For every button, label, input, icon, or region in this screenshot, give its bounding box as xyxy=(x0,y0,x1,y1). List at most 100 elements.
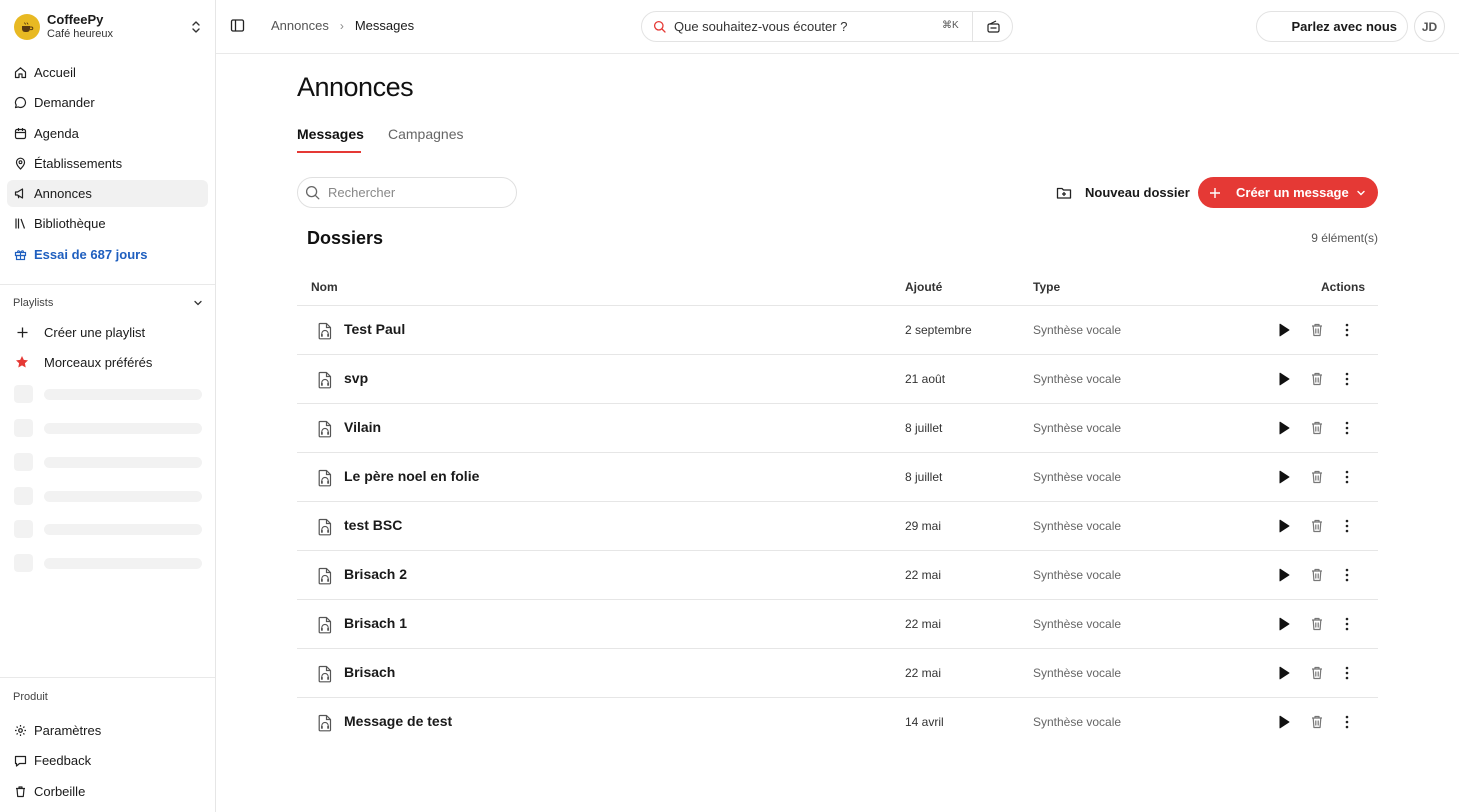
nav-item-agenda[interactable]: Agenda xyxy=(7,120,208,147)
nav-label: Feedback xyxy=(34,753,92,769)
playlists-header[interactable]: Playlists xyxy=(13,297,203,309)
more-options-icon[interactable] xyxy=(1344,616,1350,632)
trash-icon[interactable] xyxy=(1310,616,1324,632)
global-search[interactable]: Que souhaitez-vous écouter ? ⌘K xyxy=(641,11,1013,42)
table-row[interactable]: svp 21 août Synthèse vocale xyxy=(297,355,1378,404)
workspace-switcher[interactable]: CoffeePy Café heureux xyxy=(8,8,208,46)
column-header-ajoute: Ajouté xyxy=(905,280,943,294)
audio-file-icon xyxy=(317,665,333,683)
talk-with-us-button[interactable]: Parlez avec nous xyxy=(1256,11,1408,42)
trash-icon[interactable] xyxy=(1310,322,1324,338)
trash-icon[interactable] xyxy=(1310,665,1324,681)
new-folder-button[interactable]: Nouveau dossier xyxy=(1056,178,1190,207)
tab-campagnes[interactable]: Campagnes xyxy=(388,126,464,142)
audio-file-icon xyxy=(317,322,333,340)
column-header-actions: Actions xyxy=(1321,280,1366,294)
more-options-icon[interactable] xyxy=(1344,518,1350,534)
play-icon[interactable] xyxy=(1277,371,1291,387)
chevron-up-down-icon xyxy=(190,20,202,34)
table-row[interactable]: Brisach 1 22 mai Synthèse vocale xyxy=(297,600,1378,649)
nav-item-etablissements[interactable]: Établissements xyxy=(7,150,208,177)
table-row[interactable]: Test Paul 2 septembre Synthèse vocale xyxy=(297,306,1378,355)
trash-icon[interactable] xyxy=(1310,567,1324,583)
sidebar-divider xyxy=(0,677,215,678)
trash-icon[interactable] xyxy=(1310,469,1324,485)
search-icon xyxy=(305,185,320,200)
row-name: test BSC xyxy=(344,517,403,533)
workspace-subtitle: Café heureux xyxy=(47,28,114,40)
nav-label: Accueil xyxy=(34,65,76,80)
radio-icon[interactable] xyxy=(986,19,1001,34)
playlist-skeleton xyxy=(14,453,204,471)
nav-label: Demander xyxy=(34,95,95,111)
row-type: Synthèse vocale xyxy=(1033,470,1122,484)
column-header-type: Type xyxy=(1033,280,1061,294)
row-date: 29 mai xyxy=(905,519,942,533)
play-icon[interactable] xyxy=(1277,616,1291,632)
nav-item-accueil[interactable]: Accueil xyxy=(7,59,208,86)
row-date: 2 septembre xyxy=(905,323,972,337)
feedback-icon xyxy=(14,754,27,767)
create-message-button[interactable]: Créer un message xyxy=(1198,177,1378,208)
more-options-icon[interactable] xyxy=(1344,567,1350,583)
nav-item-annonces[interactable]: Annonces xyxy=(7,180,208,208)
more-options-icon[interactable] xyxy=(1344,714,1350,730)
chevron-down-icon[interactable] xyxy=(1356,188,1366,198)
more-options-icon[interactable] xyxy=(1344,322,1350,338)
playlists-title: Playlists xyxy=(13,297,54,309)
favorites-playlist[interactable]: Morceaux préférés xyxy=(13,350,208,374)
table-row[interactable]: Brisach 2 22 mai Synthèse vocale xyxy=(297,551,1378,600)
map-pin-icon xyxy=(14,157,27,170)
row-date: 21 août xyxy=(905,372,946,386)
nav-label: Paramètres xyxy=(34,723,102,738)
play-icon[interactable] xyxy=(1277,518,1291,534)
row-type: Synthèse vocale xyxy=(1033,715,1122,729)
row-date: 14 avril xyxy=(905,715,944,729)
nav-item-trial[interactable]: Essai de 687 jours xyxy=(7,241,208,268)
main-nav: Accueil Demander Agenda Établissements A… xyxy=(7,59,208,271)
search-input[interactable] xyxy=(328,185,498,200)
nav-item-parametres[interactable]: Paramètres xyxy=(7,717,208,744)
table-row[interactable]: Brisach 22 mai Synthèse vocale xyxy=(297,649,1378,698)
row-type: Synthèse vocale xyxy=(1033,519,1122,533)
nav-item-corbeille[interactable]: Corbeille xyxy=(7,778,208,805)
breadcrumb-annonces[interactable]: Annonces xyxy=(271,18,329,33)
table-body: Test Paul 2 septembre Synthèse vocale sv… xyxy=(297,306,1378,747)
create-playlist-button[interactable]: Créer une playlist xyxy=(13,320,208,344)
trash-icon[interactable] xyxy=(1310,518,1324,534)
nav-item-feedback[interactable]: Feedback xyxy=(7,747,208,774)
play-icon[interactable] xyxy=(1277,665,1291,681)
more-options-icon[interactable] xyxy=(1344,420,1350,436)
table-row[interactable]: test BSC 29 mai Synthèse vocale xyxy=(297,502,1378,551)
play-icon[interactable] xyxy=(1277,420,1291,436)
page-title: Annonces xyxy=(297,72,414,102)
gift-icon xyxy=(14,248,27,261)
table-row[interactable]: Le père noel en folie 8 juillet Synthèse… xyxy=(297,453,1378,502)
table-row[interactable]: Message de test 14 avril Synthèse vocale xyxy=(297,698,1378,747)
nav-label: Établissements xyxy=(34,155,123,171)
more-options-icon[interactable] xyxy=(1344,469,1350,485)
nav-item-demander[interactable]: Demander xyxy=(7,89,208,116)
nav-label: Agenda xyxy=(34,125,79,141)
trash-icon[interactable] xyxy=(1310,371,1324,387)
play-icon[interactable] xyxy=(1277,469,1291,485)
tab-messages[interactable]: Messages xyxy=(297,126,364,142)
settings-icon xyxy=(14,724,27,737)
row-type: Synthèse vocale xyxy=(1033,323,1122,337)
avatar[interactable]: JD xyxy=(1414,11,1445,42)
sidebar-toggle-icon[interactable] xyxy=(230,18,245,33)
more-options-icon[interactable] xyxy=(1344,371,1350,387)
row-type: Synthèse vocale xyxy=(1033,666,1122,680)
more-options-icon[interactable] xyxy=(1344,665,1350,681)
play-icon[interactable] xyxy=(1277,567,1291,583)
trash-icon[interactable] xyxy=(1310,714,1324,730)
nav-item-bibliotheque[interactable]: Bibliothèque xyxy=(7,210,208,237)
trash-icon[interactable] xyxy=(1310,420,1324,436)
row-name: Vilain xyxy=(344,419,382,435)
play-icon[interactable] xyxy=(1277,322,1291,338)
table-row[interactable]: Vilain 8 juillet Synthèse vocale xyxy=(297,404,1378,453)
product-section-label: Produit xyxy=(13,691,48,703)
folder-search xyxy=(297,177,517,208)
play-icon[interactable] xyxy=(1277,714,1291,730)
home-icon xyxy=(14,66,27,79)
